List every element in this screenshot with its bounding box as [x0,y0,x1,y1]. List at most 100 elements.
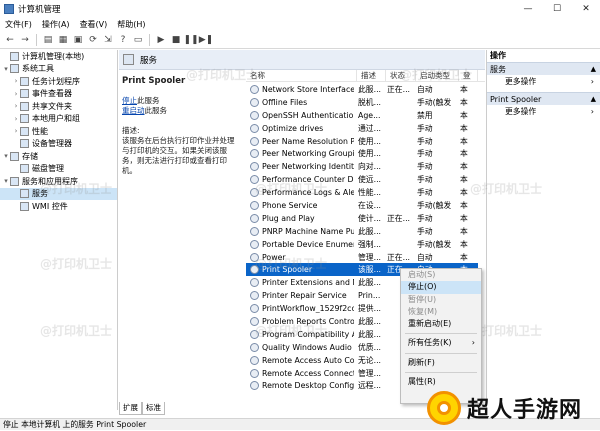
cell-logon: 本 [460,97,468,107]
context-menu-item[interactable]: 所有任务(K) › [401,337,481,349]
actions-section-print-spooler[interactable]: Print Spooler ▲ [487,92,600,105]
properties-icon[interactable]: ▣ [72,34,84,46]
maximize-button[interactable]: ☐ [543,0,571,17]
table-row[interactable]: PNRP Machine Name Pu... 此服... 手动 本 [246,225,478,238]
expand-icon[interactable]: ▾ [2,177,10,185]
show-tree-icon[interactable]: ▦ [57,34,69,46]
expand-icon[interactable]: ▾ [2,65,10,73]
tree-node-task-scheduler[interactable]: › 任务计划程序 [0,75,117,88]
expand-icon[interactable]: › [12,77,20,85]
menu-view[interactable]: 查看(V) [75,19,113,30]
tree-node-event-viewer[interactable]: › 事件查看器 [0,88,117,101]
column-header-description[interactable]: 描述 [357,70,386,82]
tree-node-services-apps[interactable]: ▾ 服务和应用程序 [0,175,117,188]
folder-up-icon[interactable]: ▤ [42,34,54,46]
tree-node-device-manager[interactable]: 设备管理器 [0,138,117,151]
context-menu-item[interactable]: 刷新(F) [401,357,481,369]
table-row[interactable]: Optimize drives 通过... 手动 本 [246,122,478,135]
console-icon[interactable]: ▭ [132,34,144,46]
table-row[interactable]: Plug and Play 使计... 正在... 手动 本 [246,212,478,225]
cell-logon: 本 [460,226,468,236]
stop-service-icon[interactable]: ■ [170,34,182,46]
tree-node-label: 设备管理器 [32,139,72,149]
tree-node-root[interactable]: 计算机管理(本地) [0,50,117,63]
context-menu-item[interactable]: 重新启动(E) [401,318,481,330]
table-row[interactable]: Portable Device Enumera... 强制... 手动(触发本 [246,238,478,251]
table-row[interactable]: Performance Logs & Aler... 性能... 手动 本 [246,186,478,199]
cell-description: 使远... [358,175,382,185]
tab-extended[interactable]: 扩展 [119,402,142,415]
expand-icon[interactable]: › [12,115,20,123]
tree-node-shared-folders[interactable]: › 共享文件夹 [0,100,117,113]
tools-icon [10,64,19,74]
refresh-icon[interactable]: ⟳ [87,34,99,46]
column-header-logon[interactable]: 登 [459,70,478,82]
table-row[interactable]: Performance Counter DL... 使远... 手动 本 [246,173,478,186]
cell-startup: 手动 [417,136,433,146]
cell-name: Quality Windows Audio V... [262,342,354,352]
menu-action[interactable]: 操作(A) [37,19,75,30]
more-actions-services[interactable]: 更多操作 › [487,75,600,88]
actions-section-title: Print Spooler [490,95,542,104]
help-icon[interactable]: ? [117,34,129,46]
tree-node-wmi[interactable]: WMI 控件 [0,200,117,213]
table-row[interactable]: Peer Networking Identity... 向对... 手动 本 [246,160,478,173]
restart-service-link[interactable]: 重启动 [122,106,145,115]
cell-name: Plug and Play [262,213,315,223]
tree-node-label: 存储 [22,151,38,161]
tree-node-performance[interactable]: › 性能 [0,125,117,138]
table-row[interactable]: OpenSSH Authentication ... Age... 禁用 本 [246,109,478,122]
submenu-arrow-icon: › [590,107,594,116]
table-row[interactable]: Peer Networking Groupi... 使用... 手动 本 [246,147,478,160]
expand-icon[interactable]: ▾ [2,152,10,160]
menu-help[interactable]: 帮助(H) [112,19,150,30]
stop-service-suffix: 此服务 [137,96,160,105]
stop-service-link[interactable]: 停止 [122,96,137,105]
table-row[interactable]: Peer Name Resolution Pr... 使用... 手动 本 [246,135,478,148]
tree-node-storage[interactable]: ▾ 存储 [0,150,117,163]
export-icon[interactable]: ⇲ [102,34,114,46]
tab-standard[interactable]: 标准 [142,402,165,415]
cell-description: 此服... [358,316,382,326]
close-button[interactable]: ✕ [572,0,600,17]
cell-description: 性能... [358,188,382,198]
start-service-icon[interactable]: ▶ [155,34,167,46]
table-row[interactable]: Phone Service 在设... 手动(触发本 [246,199,478,212]
expand-icon[interactable]: › [12,127,20,135]
services-apps-icon [10,176,19,186]
more-actions-print-spooler[interactable]: 更多操作 › [487,105,600,118]
cell-name: Performance Counter DL... [262,175,354,185]
expand-icon[interactable]: › [12,90,20,98]
column-header-startup[interactable]: 启动类型 [416,70,459,82]
context-menu-item: 恢复(M) [401,306,481,318]
cell-description: 使用... [358,149,382,159]
cell-description: 通过... [358,123,382,133]
table-row[interactable]: Power 管理... 正在... 自动 本 [246,251,478,264]
minimize-button[interactable]: — [514,0,542,17]
menu-file[interactable]: 文件(F) [0,19,37,30]
table-row[interactable]: Network Store Interface ... 此服... 正在... 自动 本 [246,83,478,96]
context-menu-item[interactable]: 停止(O) [401,281,481,294]
column-header-status[interactable]: 状态 [386,70,416,82]
gear-icon [123,54,134,65]
cell-description: Prin... [358,291,381,301]
cell-name: Phone Service [262,200,318,210]
cell-name: Performance Logs & Aler... [262,188,354,198]
tree-node-system-tools[interactable]: ▾ 系统工具 [0,63,117,76]
tree-node-disk-management[interactable]: 磁盘管理 [0,163,117,176]
cell-logon: 本 [460,123,468,133]
cell-logon: 本 [460,149,468,159]
actions-section-services[interactable]: 服务 ▲ [487,62,600,75]
table-row[interactable]: Offline Files 脱机... 手动(触发本 [246,96,478,109]
menu-separator [405,352,477,354]
tree-node-local-users[interactable]: › 本地用户和组 [0,113,117,126]
column-header-name[interactable]: 名称 [246,70,357,82]
forward-icon[interactable]: → [19,34,31,46]
tree-node-services[interactable]: 服务 [0,187,117,200]
selected-service-title: Print Spooler [122,76,186,86]
cell-description: Age... [358,110,381,120]
pause-service-icon[interactable]: ❚❚ [183,34,198,46]
expand-icon[interactable]: › [12,102,20,110]
restart-service-icon[interactable]: ▶❚ [199,34,213,46]
back-icon[interactable]: ← [4,34,16,46]
